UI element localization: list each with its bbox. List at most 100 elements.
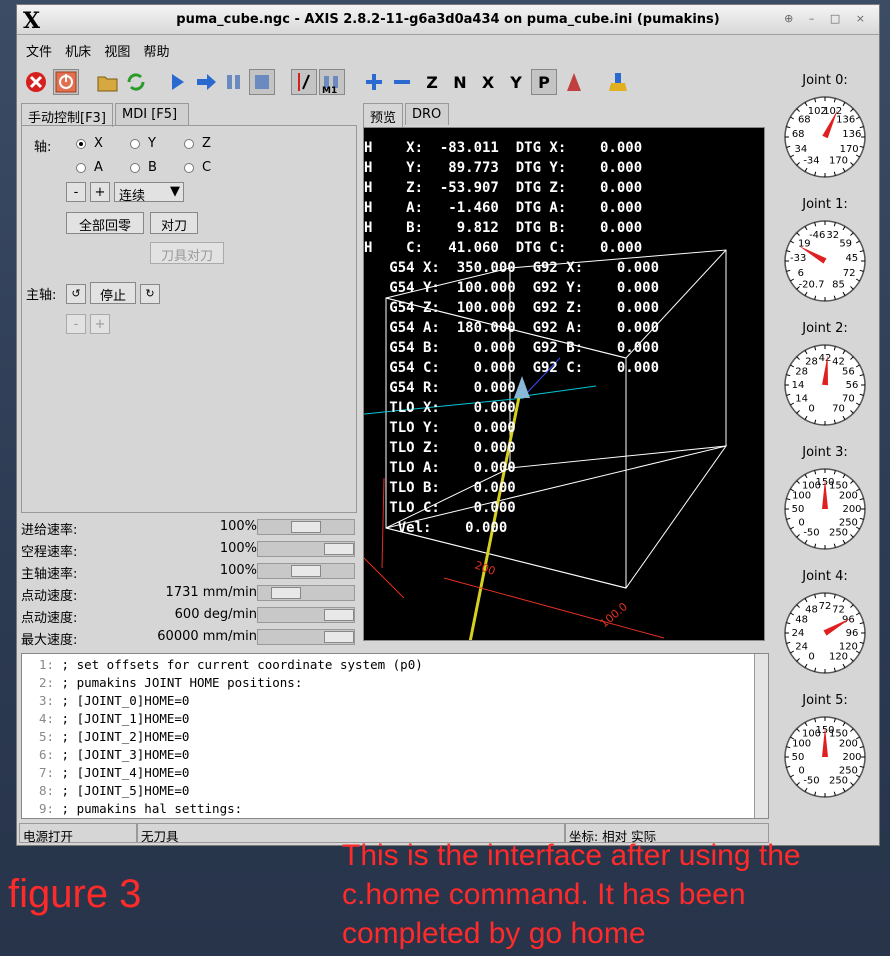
spindle-label: 主轴:	[26, 288, 57, 303]
touch-off-button[interactable]: 对刀	[150, 212, 198, 234]
menu-machine[interactable]: 机床	[56, 37, 91, 60]
axis-x-radio[interactable]	[76, 139, 86, 149]
dro-line: Vel: 0.000	[364, 520, 508, 536]
axis-a-radio[interactable]	[76, 163, 86, 173]
dro-line: TLO C: 0.000	[364, 500, 516, 516]
rate-slider[interactable]	[257, 541, 355, 557]
gcode-line[interactable]: 4: ; [JOINT_1]HOME=0	[22, 710, 768, 728]
zoom-in-icon[interactable]	[361, 69, 387, 95]
window-controls[interactable]: ⊕ – □ ×	[784, 12, 871, 25]
jog-mode-select[interactable]: 连续 ▼	[114, 182, 184, 204]
gcode-listing[interactable]: 1: ; set offsets for current coordinate …	[21, 653, 769, 819]
gcode-line[interactable]: 7: ; [JOINT_4]HOME=0	[22, 764, 768, 782]
dro-line: TLO B: 0.000	[364, 480, 516, 496]
gauge-tick-label: -46	[809, 230, 825, 241]
gauge-tick-label: 48	[795, 615, 808, 626]
gcode-line[interactable]: 6: ; [JOINT_3]HOME=0	[22, 746, 768, 764]
slider-thumb[interactable]	[291, 521, 321, 533]
menu-file[interactable]: 文件	[17, 37, 52, 60]
slider-thumb[interactable]	[271, 587, 301, 599]
slider-thumb[interactable]	[324, 609, 354, 621]
joint-gauge: 024244848 72 729696120120	[784, 592, 866, 674]
line-number: 8:	[38, 783, 54, 798]
gauge-tick-label: 100	[792, 739, 811, 750]
menu-view[interactable]: 视图	[95, 37, 130, 60]
gcode-scrollbar[interactable]	[754, 654, 768, 818]
joint-gauge: -20.76-3319-46 3259457285	[784, 220, 866, 302]
gcode-line[interactable]: 2: ; pumakins JOINT HOME positions:	[22, 674, 768, 692]
dro-readout: H X: -83.011 DTG X: 0.000 H Y: 89.773 DTG…	[364, 138, 659, 538]
optional-stop-icon[interactable]: M1	[319, 69, 345, 96]
step-icon[interactable]	[193, 69, 219, 95]
slider-thumb[interactable]	[324, 543, 354, 555]
rate-slider[interactable]	[257, 519, 355, 535]
gcode-line[interactable]: 1: ; set offsets for current coordinate …	[22, 656, 768, 674]
manual-control-panel: 轴: X Y Z A B C - + 连续 ▼ 全部回零 对刀 刀具对刀 主轴: …	[21, 125, 357, 513]
gcode-line[interactable]: 9: ; pumakins hal settings:	[22, 800, 768, 818]
tab-mdi[interactable]: MDI [F5]	[115, 103, 189, 125]
pause-icon[interactable]	[221, 69, 247, 95]
menu-help[interactable]: 帮助	[134, 37, 169, 60]
view-p-icon[interactable]: P	[531, 69, 557, 95]
home-all-button[interactable]: 全部回零	[66, 212, 144, 234]
slider-thumb[interactable]	[291, 565, 321, 577]
view-z2-icon[interactable]: N	[447, 69, 473, 95]
line-number: 4:	[38, 711, 54, 726]
gcode-line[interactable]: 5: ; [JOINT_2]HOME=0	[22, 728, 768, 746]
dim-x-label: 100.0	[598, 600, 630, 630]
gcode-text: ; [JOINT_5]HOME=0	[54, 783, 190, 798]
joint-label: Joint 3:	[802, 445, 848, 460]
axis-c-radio[interactable]	[184, 163, 194, 173]
gauge-tick-label: 0	[808, 651, 814, 662]
power-icon[interactable]	[53, 69, 79, 95]
reload-icon[interactable]	[123, 69, 149, 95]
spindle-stop-button[interactable]: 停止	[90, 282, 136, 304]
rate-slider[interactable]	[257, 563, 355, 579]
skip-blocks-icon[interactable]	[291, 69, 317, 95]
rate-slider[interactable]	[257, 629, 355, 645]
view-z-icon[interactable]: Z	[419, 69, 445, 95]
gauge-tick-label: 32	[826, 230, 839, 241]
tab-dro[interactable]: DRO	[405, 103, 449, 125]
spindle-minus-button[interactable]: -	[66, 314, 86, 334]
spindle-cw-icon[interactable]: ↻	[140, 284, 160, 304]
tab-preview[interactable]: 预览	[363, 103, 403, 127]
jog-plus-button[interactable]: +	[90, 182, 110, 202]
jog-minus-button[interactable]: -	[66, 182, 86, 202]
dro-line: G54 Z: 100.000 G92 Z: 0.000	[364, 300, 660, 316]
dro-line: H C: 41.060 DTG C: 0.000	[364, 240, 643, 256]
zoom-out-icon[interactable]	[389, 69, 415, 95]
gauge-tick-label: 28	[805, 357, 818, 368]
open-file-icon[interactable]	[95, 69, 121, 95]
stop-icon[interactable]	[249, 69, 275, 95]
line-number: 7:	[38, 765, 54, 780]
view-x-icon[interactable]: X	[475, 69, 501, 95]
estop-icon[interactable]	[23, 69, 49, 95]
gcode-line[interactable]: 8: ; [JOINT_5]HOME=0	[22, 782, 768, 800]
rate-slider[interactable]	[257, 585, 355, 601]
view-y-icon[interactable]: Y	[503, 69, 529, 95]
gauge-tick-label: 170	[829, 155, 848, 166]
tool-touch-off-button[interactable]: 刀具对刀	[150, 242, 224, 264]
dro-line: H Y: 89.773 DTG Y: 0.000	[364, 160, 643, 176]
joint-gauge: -50050100100150150200200250250	[784, 468, 866, 550]
gcode-line[interactable]: 3: ; [JOINT_0]HOME=0	[22, 692, 768, 710]
rotate-icon[interactable]	[561, 69, 587, 95]
clear-plot-icon[interactable]	[605, 69, 631, 95]
gauge-tick-label: 200	[839, 739, 858, 750]
gauge-tick-label: 24	[795, 642, 808, 653]
axis-b-radio[interactable]	[130, 163, 140, 173]
rate-slider[interactable]	[257, 607, 355, 623]
gcode-text: ; [JOINT_3]HOME=0	[54, 747, 190, 762]
spindle-ccw-icon[interactable]: ↺	[66, 284, 86, 304]
slider-thumb[interactable]	[324, 631, 354, 643]
axis-z-radio[interactable]	[184, 139, 194, 149]
3d-preview[interactable]: 100.0 200 H X: -83.011 DTG X: 0.000 H Y: …	[363, 127, 765, 641]
run-icon[interactable]	[165, 69, 191, 95]
spindle-plus-button[interactable]: +	[90, 314, 110, 334]
gauge-tick-label: 170	[840, 144, 859, 155]
title-bar[interactable]: X puma_cube.ngc - AXIS 2.8.2-11-g6a3d0a4…	[17, 5, 879, 35]
rate-row: 主轴速率: 100%	[21, 561, 357, 582]
axis-y-radio[interactable]	[130, 139, 140, 149]
tab-manual[interactable]: 手动控制[F3]	[21, 103, 113, 127]
